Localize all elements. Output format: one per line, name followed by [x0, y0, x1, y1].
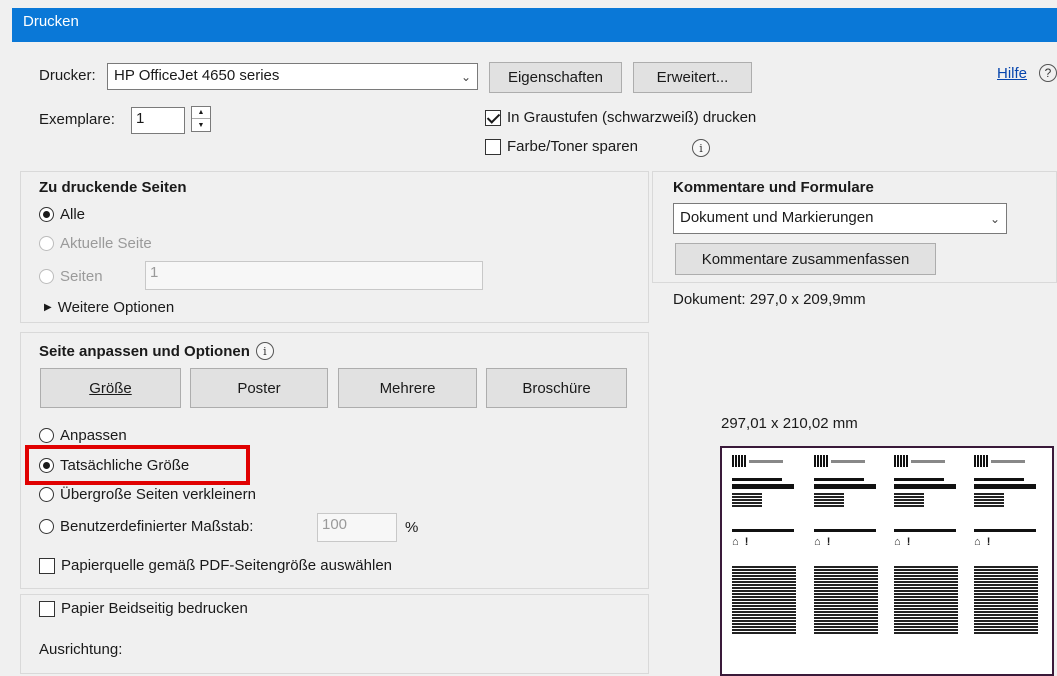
paper-source-label: Papierquelle gemäß PDF-Seitengröße auswä… [61, 557, 393, 574]
duplex-checkbox[interactable] [39, 600, 55, 617]
window-title: Drucken [23, 13, 79, 30]
grayscale-label: In Graustufen (schwarzweiß) drucken [507, 109, 757, 126]
fit-option[interactable]: Anpassen [39, 427, 127, 444]
highlight-box [25, 445, 250, 485]
pages-current-radio[interactable] [39, 236, 54, 251]
pages-range-label: Seiten [60, 268, 103, 285]
comments-select[interactable]: Dokument und Markierungen ⌄ [673, 203, 1007, 234]
question-circle-icon[interactable]: ? [1039, 64, 1057, 82]
shrink-radio[interactable] [39, 487, 54, 502]
pages-all-radio[interactable] [39, 207, 54, 222]
orientation-label: Ausrichtung: [39, 641, 123, 658]
percent-sign: % [405, 519, 419, 536]
grayscale-option[interactable]: In Graustufen (schwarzweiß) drucken [485, 109, 756, 126]
pages-all-label: Alle [60, 206, 86, 223]
more-options-label: Weitere Optionen [57, 299, 175, 316]
save-toner-label: Farbe/Toner sparen [507, 138, 638, 155]
tab-multiple[interactable]: Mehrere [338, 368, 477, 408]
duplex-option[interactable]: Papier Beidseitig bedrucken [39, 600, 248, 617]
triangle-right-icon: ▶ [44, 302, 52, 313]
pages-current-option[interactable]: Aktuelle Seite [39, 235, 152, 252]
duplex-label: Papier Beidseitig bedrucken [61, 600, 248, 617]
tab-poster[interactable]: Poster [190, 368, 328, 408]
shrink-label: Übergroße Seiten verkleinern [60, 486, 256, 503]
sizing-heading: Seite anpassen und Optionen [39, 342, 250, 360]
tab-booklet[interactable]: Broschüre [486, 368, 627, 408]
pages-heading: Zu druckende Seiten [39, 179, 187, 196]
summarize-comments-button[interactable]: Kommentare zusammenfassen [675, 243, 936, 275]
printer-select[interactable]: HP OfficeJet 4650 series ⌄ [107, 63, 478, 90]
paper-source-checkbox[interactable] [39, 557, 55, 574]
print-dialog: Drucker: HP OfficeJet 4650 series ⌄ Eige… [12, 42, 1057, 676]
printer-label: Drucker: [39, 67, 96, 84]
pages-range-radio[interactable] [39, 269, 54, 284]
properties-button[interactable]: Eigenschaften [489, 62, 622, 93]
printer-select-value: HP OfficeJet 4650 series [114, 67, 280, 84]
pages-range-option[interactable]: Seiten [39, 268, 103, 285]
fit-radio[interactable] [39, 428, 54, 443]
copies-input[interactable]: 1 [131, 107, 185, 134]
more-options-toggle[interactable]: ▶ Weitere Optionen [44, 299, 174, 316]
custom-scale-label: Benutzerdefinierter Maßstab: [60, 518, 254, 535]
pages-range-input[interactable]: 1 [145, 261, 483, 290]
save-toner-option[interactable]: Farbe/Toner sparen [485, 138, 638, 155]
window-titlebar: Drucken [12, 8, 1057, 42]
help-link[interactable]: Hilfe [997, 65, 1027, 82]
pages-current-label: Aktuelle Seite [60, 235, 152, 252]
preview-label-column: ⌂ ! [814, 454, 884, 670]
custom-scale-option[interactable]: Benutzerdefinierter Maßstab: [39, 518, 253, 535]
custom-scale-input[interactable]: 100 [317, 513, 397, 542]
pages-all-option[interactable]: Alle [39, 206, 85, 223]
spin-up-icon[interactable]: ▲ [192, 107, 210, 119]
fit-label: Anpassen [60, 427, 127, 444]
comments-select-value: Dokument und Markierungen [680, 209, 874, 226]
sizing-heading-row: Seite anpassen und Optionen i [39, 342, 274, 360]
advanced-button[interactable]: Erweitert... [633, 62, 752, 93]
shrink-option[interactable]: Übergroße Seiten verkleinern [39, 486, 256, 503]
chevron-down-icon: ⌄ [460, 69, 472, 84]
spin-down-icon[interactable]: ▼ [192, 119, 210, 131]
copies-label: Exemplare: [39, 111, 115, 128]
info-icon[interactable]: i [255, 342, 274, 360]
chevron-down-icon: ⌄ [989, 211, 1001, 226]
page-preview: ⌂ ! ⌂ ! ⌂ ! ⌂ ! [720, 446, 1054, 676]
save-toner-checkbox[interactable] [485, 138, 501, 155]
comments-heading: Kommentare und Formulare [673, 179, 874, 196]
preview-size: 297,01 x 210,02 mm [721, 415, 858, 432]
tab-size-label: Größe [89, 379, 132, 397]
copies-spinner[interactable]: ▲ ▼ [191, 106, 211, 132]
grayscale-checkbox[interactable] [485, 109, 501, 126]
preview-label-column: ⌂ ! [732, 454, 802, 670]
info-icon[interactable]: i [692, 139, 710, 157]
preview-label-column: ⌂ ! [974, 454, 1044, 670]
paper-source-option[interactable]: Papierquelle gemäß PDF-Seitengröße auswä… [39, 557, 392, 574]
tab-size[interactable]: Größe [40, 368, 181, 408]
custom-scale-radio[interactable] [39, 519, 54, 534]
document-size: Dokument: 297,0 x 209,9mm [673, 291, 866, 308]
preview-label-column: ⌂ ! [894, 454, 964, 670]
